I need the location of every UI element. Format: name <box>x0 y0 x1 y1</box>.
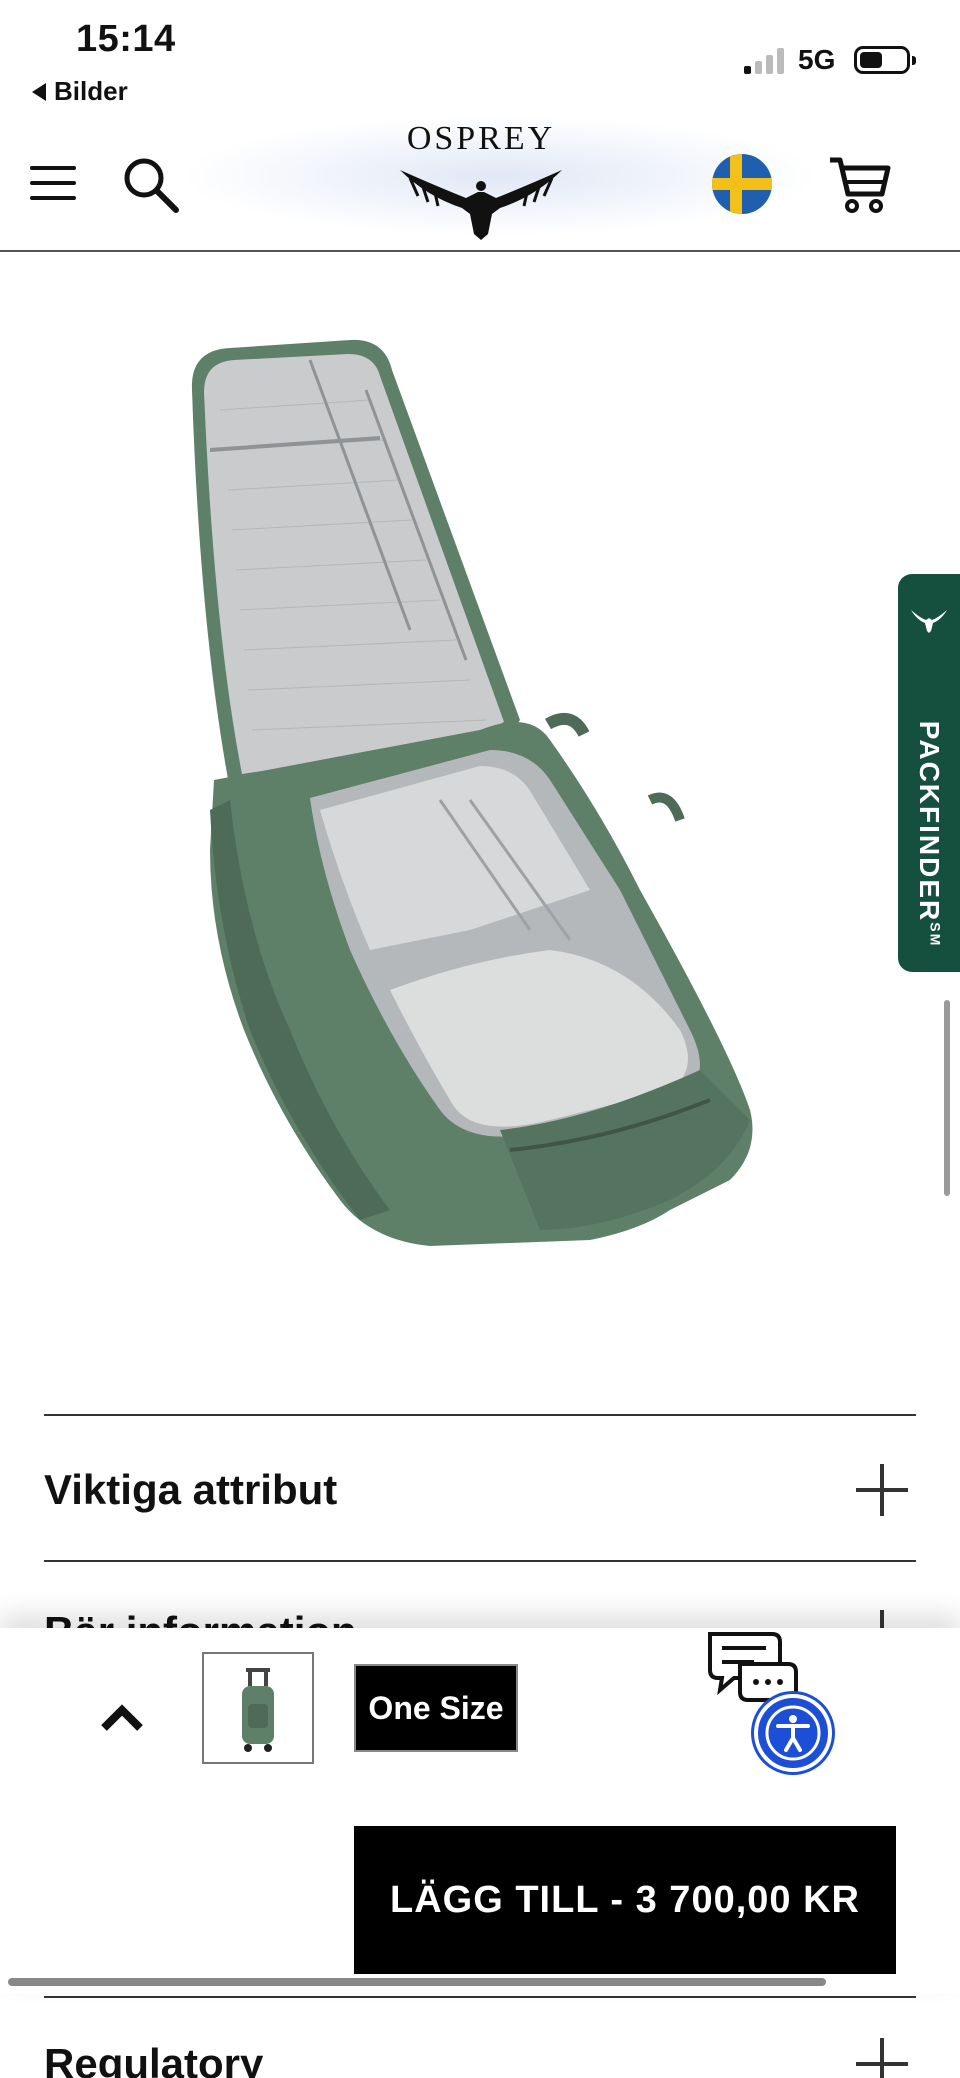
search-icon[interactable] <box>120 154 182 216</box>
network-type: 5G <box>798 44 836 75</box>
accessibility-icon[interactable] <box>754 1694 832 1772</box>
site-header: OSPREY <box>0 116 960 252</box>
brand-logo[interactable]: OSPREY <box>396 120 566 248</box>
accordion-title: Viktiga attribut <box>44 1466 338 1513</box>
size-option-button[interactable]: One Size <box>354 1664 518 1752</box>
back-to-app-link[interactable]: Bilder <box>32 76 128 107</box>
battery-icon <box>854 46 916 74</box>
accordion-title: Regulatory <box>44 2040 264 2078</box>
cart-icon[interactable] <box>828 152 892 216</box>
plus-icon[interactable] <box>856 1464 908 1516</box>
status-time: 15:14 <box>76 18 176 60</box>
accordion-regulatory[interactable]: Regulatory <box>44 1996 916 2078</box>
chevron-up-icon[interactable] <box>96 1692 148 1744</box>
status-bar: 15:14 Bilder 5G <box>0 0 960 116</box>
brand-logo-text: OSPREY <box>406 120 556 157</box>
sticky-purchase-bar: One Size LÄGG TILL - 3 700,00 KR <box>0 1628 960 1994</box>
cellular-signal-icon <box>744 48 784 74</box>
menu-icon[interactable] <box>30 162 78 204</box>
back-arrow-icon <box>32 82 46 101</box>
packfinder-label: PACKFINDERSM <box>914 720 945 948</box>
horizontal-scrollbar[interactable] <box>8 1978 826 1986</box>
sweden-flag-icon[interactable] <box>712 154 772 214</box>
back-app-label: Bilder <box>54 76 128 106</box>
product-thumbnail[interactable] <box>202 1652 314 1764</box>
product-image[interactable] <box>170 330 790 1260</box>
packfinder-tab[interactable]: PACKFINDERSM <box>898 574 960 972</box>
add-to-cart-button[interactable]: LÄGG TILL - 3 700,00 KR <box>354 1826 896 1974</box>
vertical-scrollbar[interactable] <box>944 1000 950 1196</box>
osprey-wings-icon <box>400 170 562 240</box>
accordion-key-attributes[interactable]: Viktiga attribut <box>44 1414 916 1560</box>
plus-icon[interactable] <box>856 2038 908 2078</box>
osprey-wings-icon <box>911 610 947 633</box>
